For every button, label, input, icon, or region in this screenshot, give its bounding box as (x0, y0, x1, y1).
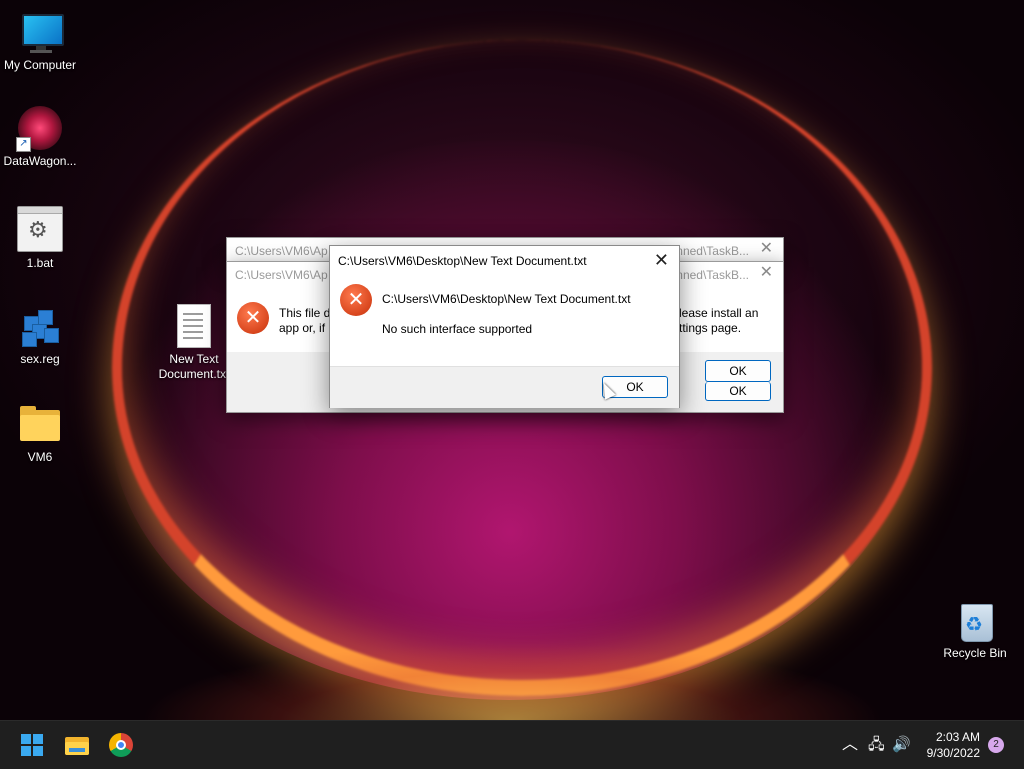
desktop-icon-label: DataWagon... (3, 154, 77, 168)
close-icon[interactable]: ✕ (760, 238, 773, 258)
dialog-message-right: lease install an ttings page. (679, 306, 758, 336)
recycle-bin-icon: ♻ (953, 598, 997, 642)
shortcut-arrow-icon: ↗ (16, 137, 31, 152)
desktop-icon-vm6[interactable]: VM6 (0, 402, 80, 465)
desktop-icon-label: sex.reg (20, 352, 60, 366)
clock[interactable]: 2:03 AM 9/30/2022 (927, 729, 980, 761)
close-icon[interactable]: ✕ (760, 262, 773, 282)
desktop-icon-my-computer[interactable]: My Computer (0, 10, 80, 73)
wallpaper-bottom-glow (0, 560, 1024, 720)
text-document-icon (177, 304, 211, 348)
desktop-icon-datawagon[interactable]: ↗ DataWagon... (0, 106, 80, 169)
desktop-icon-label: My Computer (3, 58, 77, 72)
dialog-message-left: This file d app or, if (279, 306, 330, 336)
batch-file-icon: ⚙ (17, 206, 63, 252)
desktop-icon-1-bat[interactable]: ⚙ 1.bat (0, 206, 80, 271)
dialog-footer: OK (330, 366, 679, 408)
datawagon-icon: ↗ (16, 106, 62, 152)
error-dialog[interactable]: C:\Users\VM6\Desktop\New Text Document.t… (329, 245, 680, 408)
desktop-icon-recycle-bin[interactable]: ♻ Recycle Bin (935, 598, 1015, 661)
dialog-title: C:\Users\VM6\Desktop\New Text Document.t… (338, 254, 587, 268)
notification-badge[interactable]: 2 (988, 737, 1004, 753)
message-line: ttings page. (679, 321, 742, 335)
desktop-icon-new-text-document[interactable]: New Text Document.txt (154, 304, 234, 382)
ok-button[interactable]: OK (705, 360, 771, 382)
desktop-icon-sex-reg[interactable]: sex.reg (0, 304, 80, 367)
registry-file-icon (18, 304, 62, 348)
close-icon[interactable]: ✕ (654, 250, 669, 271)
message-line: This file d (279, 306, 331, 320)
error-icon: ✕ (340, 284, 372, 316)
error-icon: ✕ (237, 302, 269, 334)
dialog-message: No such interface supported (382, 322, 533, 336)
start-button[interactable] (16, 729, 48, 761)
taskbar: ︿ 🖧 🔊 2:03 AM 9/30/2022 2 (0, 720, 1024, 769)
network-icon[interactable]: 🖧 (868, 721, 885, 769)
windows-logo-icon (21, 734, 31, 744)
clock-date: 9/30/2022 (926, 746, 980, 760)
ok-button-behind[interactable]: OK (705, 382, 771, 401)
dialog-title-right: nned\TaskB... (676, 268, 749, 282)
folder-icon (18, 402, 62, 446)
desktop-icon-label: VM6 (27, 450, 53, 464)
chrome-button[interactable] (105, 729, 137, 761)
chrome-icon (109, 733, 133, 757)
file-explorer-button[interactable] (61, 729, 93, 761)
volume-icon[interactable]: 🔊 (892, 721, 911, 769)
message-line: lease install an (679, 306, 759, 320)
desktop-icon-label: 1.bat (26, 256, 54, 270)
show-hidden-icons-chevron-icon[interactable]: ︿ (842, 721, 858, 769)
monitor-icon (18, 10, 64, 54)
dialog-title-left: C:\Users\VM6\Ap (235, 244, 328, 258)
desktop-icon-label: Recycle Bin (943, 646, 1007, 660)
desktop-icon-label: New Text Document.txt (158, 352, 230, 381)
message-line: app or, if (279, 321, 326, 335)
dialog-title-left: C:\Users\VM6\Ap (235, 268, 328, 282)
clock-time: 2:03 AM (935, 730, 980, 744)
dialog-path: C:\Users\VM6\Desktop\New Text Document.t… (382, 292, 631, 306)
